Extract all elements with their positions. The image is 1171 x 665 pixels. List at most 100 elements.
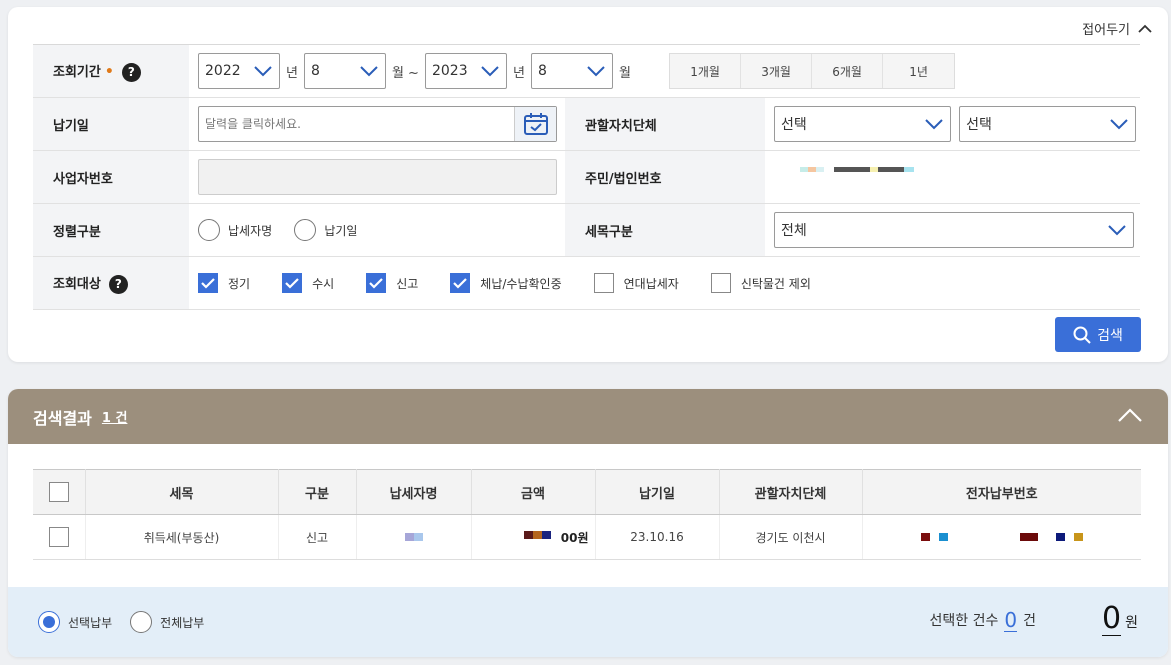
sort-option-taxpayer[interactable]: 납세자명 [198, 219, 272, 241]
quick-period-1y[interactable]: 1년 [883, 54, 954, 88]
check-icon [453, 278, 468, 289]
target-option-label: 신탁물건 제외 [740, 276, 811, 291]
sort-option-taxpayer-label: 납세자명 [228, 223, 273, 238]
col-header: 관할자치단체 [719, 469, 863, 515]
business-no-input[interactable] [198, 159, 557, 195]
check-icon [201, 278, 215, 289]
search-button-label: 검색 [1097, 327, 1123, 344]
resident-no-label: 주민/법인번호 [565, 150, 765, 204]
target-option[interactable]: 체납/수납확인중 [450, 273, 562, 293]
chevron-down-icon [481, 66, 499, 77]
sort-option-paydate[interactable]: 납기일 [294, 219, 357, 241]
end-year-select[interactable]: 2023 [424, 53, 507, 89]
help-icon[interactable]: ? [108, 274, 128, 294]
tax-type-value: 전체 [781, 223, 807, 239]
pay-option-all[interactable]: 전체납부 [130, 611, 204, 633]
chevron-down-icon [925, 119, 943, 130]
quick-period-6m[interactable]: 6개월 [812, 54, 884, 88]
target-option[interactable]: 신고 [366, 273, 418, 293]
radio-circle [38, 611, 60, 633]
quick-period-1m[interactable]: 1개월 [670, 54, 742, 88]
target-option-label: 연대납세자 [623, 276, 679, 291]
target-option[interactable]: 연대납세자 [593, 273, 679, 293]
end-month-unit: 월 [618, 65, 631, 81]
checkbox [282, 273, 303, 293]
checkbox [593, 273, 614, 293]
calendar-button[interactable] [514, 107, 556, 141]
cell-amount: 00원 [471, 514, 596, 560]
month-unit: 월 ~ [391, 65, 419, 81]
table-row[interactable]: 취득세(부동산) 신고 00원 23.10.16 경기도 이천시 [33, 514, 1141, 560]
chevron-up-icon[interactable] [1117, 407, 1143, 423]
checkbox [366, 273, 387, 293]
total-amount: 0 [1102, 601, 1122, 636]
chevron-up-icon [1138, 24, 1152, 33]
start-year-select[interactable]: 2022 [198, 53, 280, 89]
chevron-down-icon [254, 66, 272, 77]
checkbox [198, 273, 218, 293]
radio-circle [130, 611, 153, 633]
end-month-select[interactable]: 8 [530, 53, 613, 89]
selected-count-label: 선택한 건수 [929, 613, 999, 629]
target-option[interactable]: 수시 [282, 273, 334, 293]
target-option-label: 정기 [228, 276, 251, 291]
select-all-cell [33, 469, 86, 515]
target-options: 정기 수시 신고 체납/수납확인중 연대납세자 신탁물건 제외 [189, 256, 1140, 310]
jurisdiction-label: 관할자치단체 [565, 97, 765, 151]
sort-label: 정렬구분 [33, 203, 189, 257]
chevron-down-icon [587, 66, 605, 77]
search-button[interactable]: 검색 [1055, 317, 1141, 352]
tax-type-select[interactable]: 전체 [774, 212, 1134, 248]
end-year-unit: 년 [512, 65, 525, 81]
period-label: 조회기간 [53, 64, 101, 80]
start-year-value: 2022 [205, 63, 241, 79]
cell-date: 23.10.16 [595, 514, 720, 560]
col-header: 납세자명 [356, 469, 472, 515]
count-unit: 건 [1023, 613, 1037, 629]
results-count[interactable]: 1 건 [102, 407, 128, 426]
pay-option-selected[interactable]: 선택납부 [38, 611, 112, 633]
collapse-button[interactable]: 접어두기 [1082, 19, 1152, 38]
resident-no-redacted [800, 166, 914, 172]
help-icon[interactable]: ? [121, 62, 141, 82]
pay-option-all-label: 전체납부 [160, 615, 205, 630]
check-icon [369, 278, 383, 289]
radio-circle [294, 219, 317, 241]
cell-epay-redacted [862, 514, 1141, 560]
required-mark: • [104, 63, 114, 80]
col-header: 전자납부번호 [862, 469, 1141, 515]
target-label: 조회대상 [53, 276, 101, 292]
radio-circle [198, 219, 220, 241]
select-all-checkbox[interactable] [48, 482, 69, 502]
chevron-down-icon [360, 66, 378, 77]
row-checkbox-cell [33, 514, 86, 560]
col-header: 구분 [278, 469, 357, 515]
period-label-cell: 조회기간 •? [33, 44, 189, 98]
cell-tax: 취득세(부동산) [85, 514, 279, 560]
chevron-down-icon [1110, 119, 1128, 130]
target-option-label: 체납/수납확인중 [480, 276, 562, 291]
target-option[interactable]: 신탁물건 제외 [710, 273, 811, 293]
jurisdiction-select-1-value: 선택 [781, 117, 807, 133]
pay-date-label: 납기일 [33, 97, 189, 151]
jurisdiction-select-1[interactable]: 선택 [774, 106, 951, 142]
start-month-select[interactable]: 8 [303, 53, 386, 89]
target-option[interactable]: 정기 [198, 273, 250, 293]
pay-option-selected-label: 선택납부 [68, 615, 113, 630]
results-footer: 선택납부 전체납부 선택한 건수 0 건 0 원 [8, 587, 1168, 657]
search-icon [1073, 326, 1091, 344]
pay-date-input[interactable] [199, 107, 514, 141]
quick-period-3m[interactable]: 3개월 [741, 54, 813, 88]
cell-type: 신고 [278, 514, 357, 560]
results-title: 검색결과 [33, 408, 92, 428]
cell-region: 경기도 이천시 [719, 514, 863, 560]
row-checkbox[interactable] [48, 527, 69, 547]
check-icon [285, 278, 299, 289]
jurisdiction-select-2[interactable]: 선택 [959, 106, 1137, 142]
results-header: 검색결과 1 건 [8, 389, 1168, 444]
checkbox [450, 273, 471, 293]
total-unit: 원 [1125, 615, 1138, 631]
col-header: 납기일 [595, 469, 720, 515]
target-label-cell: 조회대상? [33, 256, 189, 310]
pay-date-field[interactable] [198, 106, 557, 142]
